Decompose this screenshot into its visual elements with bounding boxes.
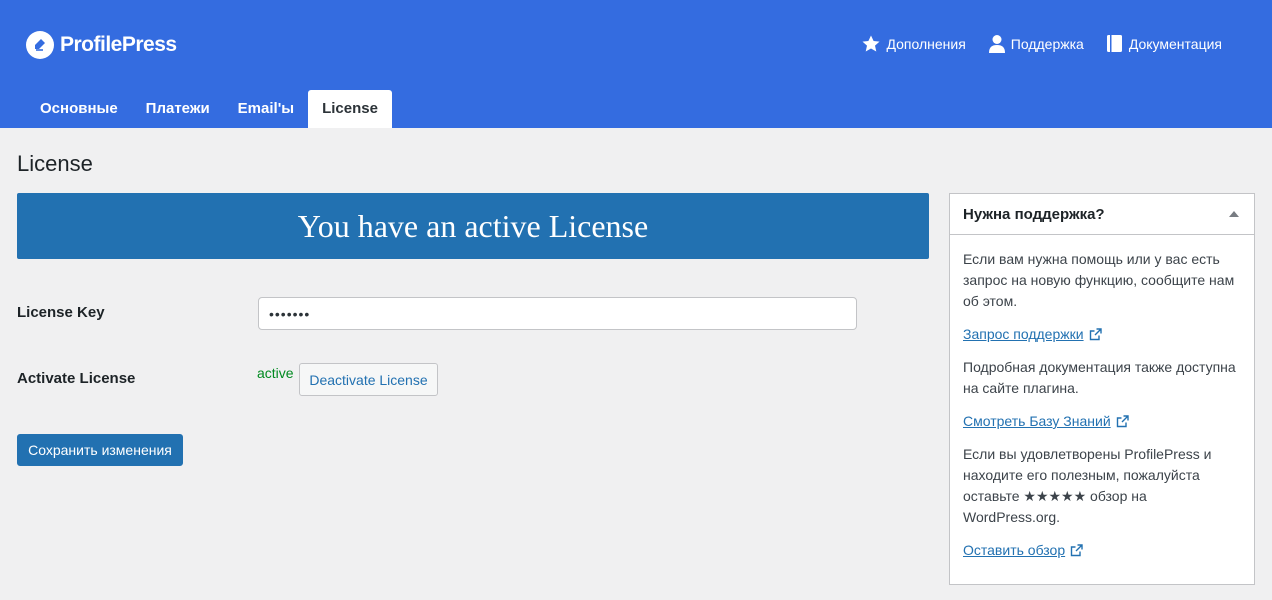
support-panel-header[interactable]: Нужна поддержка? xyxy=(950,194,1254,235)
leave-review-link[interactable]: Оставить обзор xyxy=(963,540,1083,561)
tab-emails[interactable]: Email'ы xyxy=(224,90,308,128)
tab-license[interactable]: License xyxy=(308,90,392,128)
support-request-link-label: Запрос поддержки xyxy=(963,326,1084,342)
page-title: License xyxy=(17,151,93,176)
activate-license-label: Activate License xyxy=(17,370,136,387)
tab-general[interactable]: Основные xyxy=(26,90,132,128)
support-panel-body: Если вам нужна помощь или у вас есть зап… xyxy=(950,235,1254,583)
addons-link[interactable]: Дополнения xyxy=(861,34,966,54)
documentation-link[interactable]: Документация xyxy=(1106,34,1222,54)
save-changes-button[interactable]: Сохранить изменения xyxy=(17,434,183,466)
active-license-banner: You have an active License xyxy=(17,193,929,259)
support-request-link[interactable]: Запрос поддержки xyxy=(963,324,1102,345)
knowledge-base-link[interactable]: Смотреть Базу Знаний xyxy=(963,411,1129,432)
user-icon xyxy=(988,35,1005,53)
license-status: active xyxy=(257,365,294,381)
deactivate-license-button[interactable]: Deactivate License xyxy=(299,363,438,396)
knowledge-base-link-label: Смотреть Базу Знаний xyxy=(963,413,1111,429)
review-text: Если вы удовлетворены ProfilePress и нах… xyxy=(963,446,1212,525)
license-key-label: License Key xyxy=(17,304,105,321)
collapse-arrow-icon[interactable] xyxy=(1229,211,1239,217)
license-key-input[interactable] xyxy=(258,297,857,330)
leave-review-link-label: Оставить обзор xyxy=(963,542,1066,558)
star-icon xyxy=(862,35,880,52)
documentation-link-label: Документация xyxy=(1128,36,1222,52)
brand-name: ProfilePress xyxy=(60,33,177,56)
top-header: ProfilePress Дополнения Поддержка Докуме… xyxy=(0,0,1272,128)
book-icon xyxy=(1106,35,1122,52)
profilepress-logo-icon xyxy=(26,31,54,59)
addons-link-label: Дополнения xyxy=(886,36,966,52)
settings-tabs: Основные Платежи Email'ы License xyxy=(26,90,392,128)
docs-text: Подробная документация также доступна на… xyxy=(963,359,1236,396)
support-link-label: Поддержка xyxy=(1010,36,1084,52)
support-text: Если вам нужна помощь или у вас есть зап… xyxy=(963,251,1235,309)
support-link[interactable]: Поддержка xyxy=(988,34,1084,54)
external-link-icon xyxy=(1116,415,1129,428)
support-panel: Нужна поддержка? Если вам нужна помощь и… xyxy=(949,193,1255,585)
profilepress-logo[interactable]: ProfilePress xyxy=(26,30,177,60)
external-link-icon xyxy=(1089,328,1102,341)
header-links: Дополнения Поддержка Документация xyxy=(839,34,1222,54)
support-panel-title: Нужна поддержка? xyxy=(963,205,1105,223)
external-link-icon xyxy=(1070,544,1083,557)
tab-payments[interactable]: Платежи xyxy=(132,90,224,128)
